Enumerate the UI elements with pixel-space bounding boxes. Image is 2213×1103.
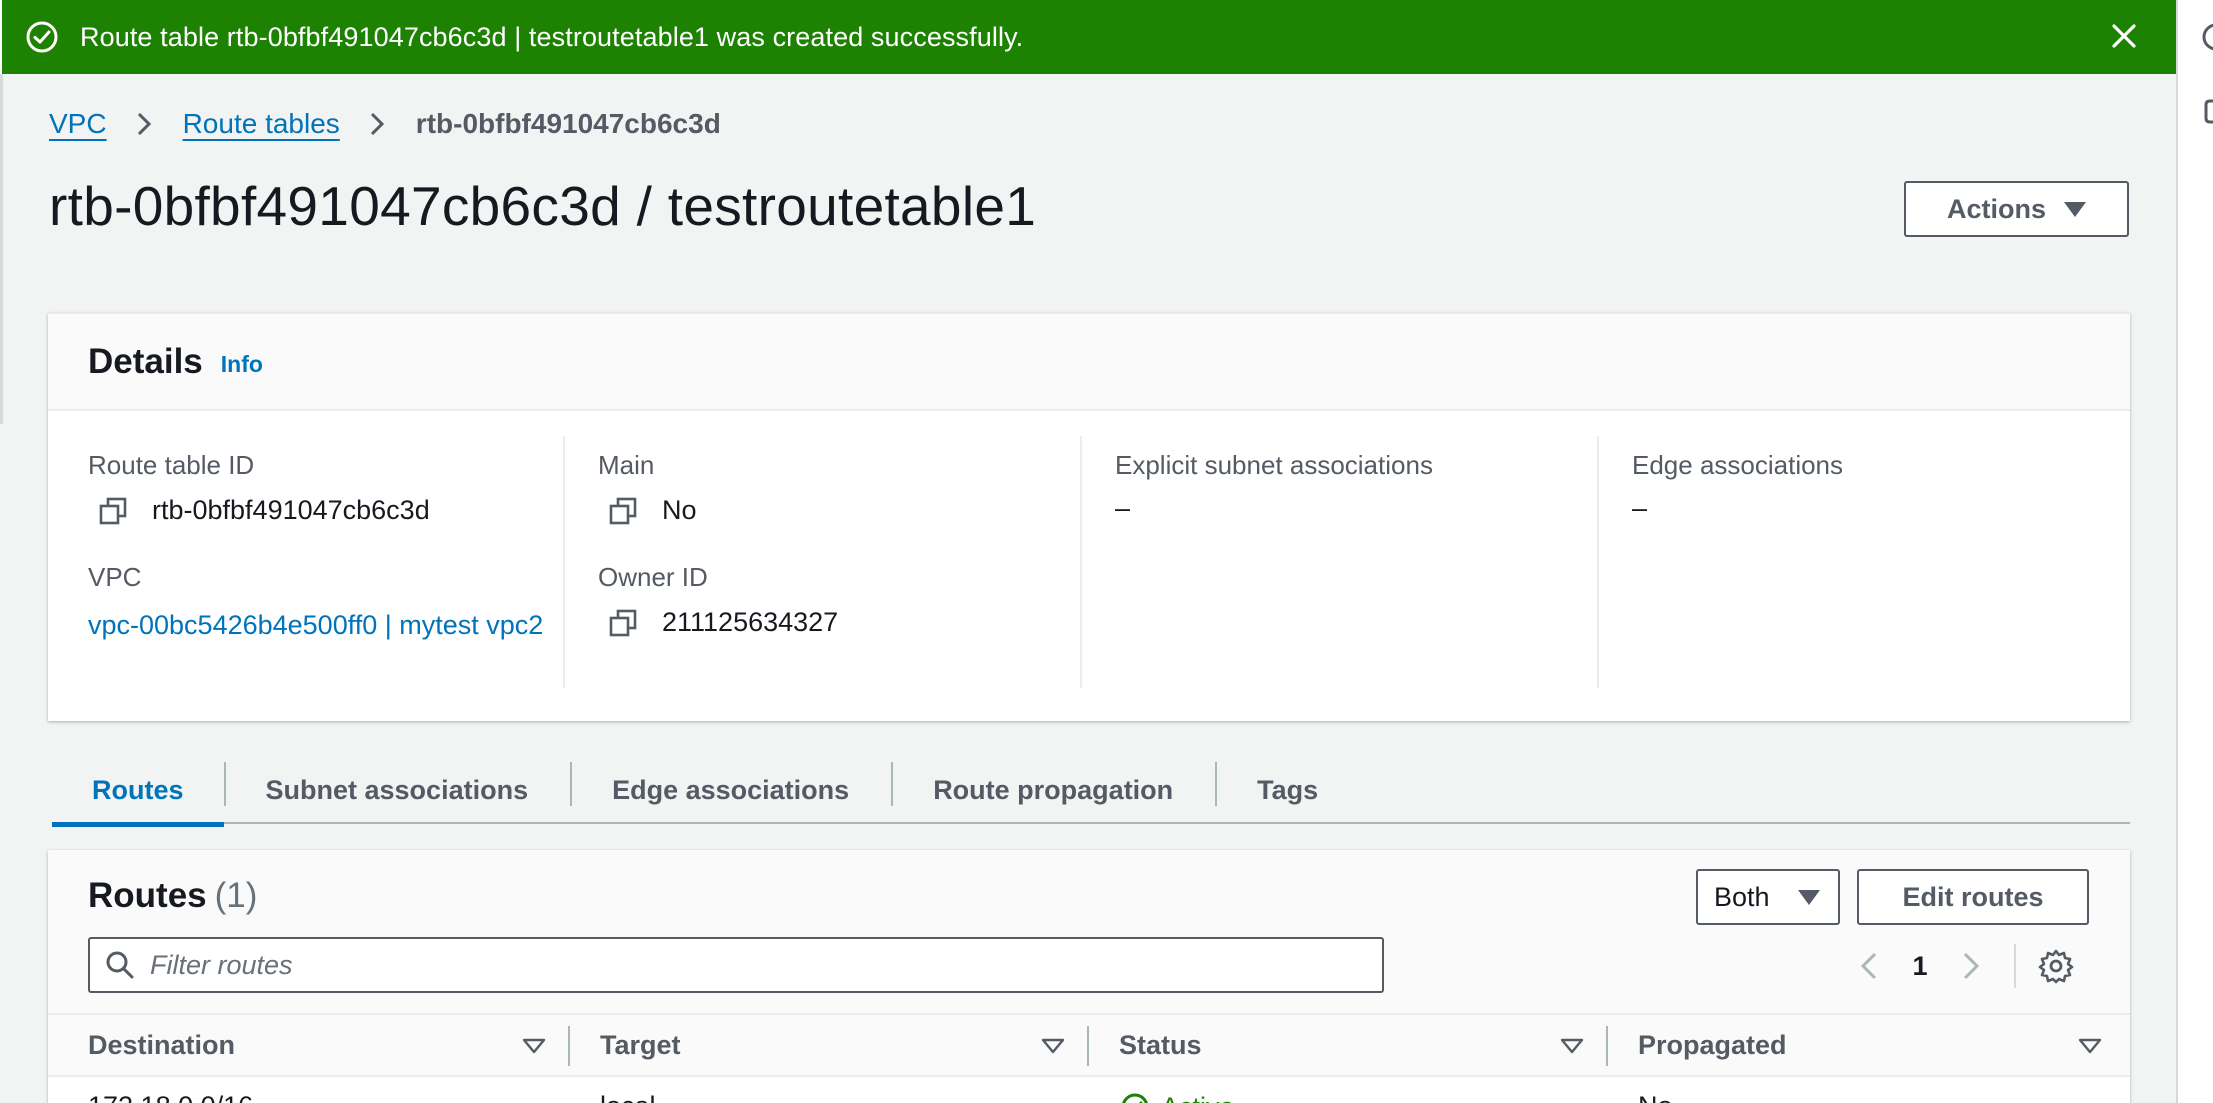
table-row[interactable]: 172.18.0.0/16 local Active No xyxy=(48,1077,2130,1103)
filter-routes-input[interactable] xyxy=(150,949,1350,981)
owner-id-value: 211125634327 xyxy=(598,607,1080,638)
details-header: Details Info xyxy=(48,314,2130,411)
route-table-id-text: rtb-0bfbf491047cb6c3d xyxy=(152,495,430,525)
main-value-text: No xyxy=(662,495,697,525)
pager-divider xyxy=(2014,944,2016,988)
tab-bar: Routes Subnet associations Edge associat… xyxy=(52,756,2130,827)
details-panel: Details Info Route table ID rtb-0bfbf491… xyxy=(48,313,2130,721)
content-edge xyxy=(0,74,3,424)
edit-routes-button[interactable]: Edit routes xyxy=(1857,869,2089,925)
info-link[interactable]: Info xyxy=(221,351,263,378)
route-table-id-value: rtb-0bfbf491047cb6c3d xyxy=(88,495,563,526)
column-label: Destination xyxy=(88,1029,236,1060)
vpc-label: VPC xyxy=(88,562,142,592)
routes-table-header: Destination Target Status Propagated xyxy=(48,1015,2130,1077)
chevron-right-icon xyxy=(137,112,151,136)
page-title: rtb-0bfbf491047cb6c3d / testroutetable1 xyxy=(49,175,1037,237)
cell-status: Active xyxy=(1087,1077,1606,1103)
vpc-link[interactable]: vpc-00bc5426b4e500ff0 | mytest vpc2 xyxy=(88,603,548,647)
status-text: Active xyxy=(1161,1092,1235,1103)
column-header-target[interactable]: Target xyxy=(568,1014,1087,1076)
explicit-subnet-value: – xyxy=(1115,493,1131,523)
route-table-id-label: Route table ID xyxy=(88,450,255,480)
right-utility-rail xyxy=(2176,0,2213,1103)
column-header-destination[interactable]: Destination xyxy=(48,1014,568,1076)
success-check-icon xyxy=(1122,1093,1148,1103)
gear-icon[interactable] xyxy=(2038,948,2074,984)
success-check-icon xyxy=(26,21,58,53)
route-filter-select[interactable]: Both xyxy=(1696,869,1840,925)
routes-header: Routes(1) Both Edit routes 1 xyxy=(48,850,2130,1015)
sort-caret-icon xyxy=(1560,1038,1584,1054)
breadcrumb-route-tables-link[interactable]: Route tables xyxy=(183,108,340,140)
routes-count: (1) xyxy=(214,876,258,915)
chevron-left-icon[interactable] xyxy=(1848,944,1892,988)
routes-title: Routes (1) xyxy=(88,876,257,916)
breadcrumb: VPC Route tables rtb-0bfbf491047cb6c3d xyxy=(49,108,721,140)
cell-propagated: No xyxy=(1606,1077,2130,1103)
copy-icon[interactable] xyxy=(98,496,128,526)
actions-dropdown-button[interactable]: Actions xyxy=(1904,181,2129,237)
chevron-right-icon[interactable] xyxy=(1948,944,1992,988)
routes-panel: Routes(1) Both Edit routes 1 xyxy=(48,850,2130,1103)
column-label: Target xyxy=(600,1029,681,1060)
details-title: Details xyxy=(88,341,203,381)
owner-id-label: Owner ID xyxy=(598,562,708,592)
status-badge: Active xyxy=(1119,1091,1235,1103)
breadcrumb-vpc-link[interactable]: VPC xyxy=(49,108,107,140)
tab-tags[interactable]: Tags xyxy=(1215,756,1360,824)
tab-route-propagation[interactable]: Route propagation xyxy=(891,756,1215,824)
sort-caret-icon xyxy=(1041,1038,1065,1054)
main-label: Main xyxy=(598,450,655,480)
filter-routes-field[interactable] xyxy=(88,937,1384,993)
main-value: No xyxy=(598,495,1080,526)
pagination: 1 xyxy=(1848,944,2074,988)
info-circle-icon[interactable] xyxy=(2198,22,2213,52)
copy-icon[interactable] xyxy=(608,608,638,638)
tab-edge-associations[interactable]: Edge associations xyxy=(570,756,891,824)
details-column-3: Explicit subnet associations – xyxy=(1082,436,1599,688)
explicit-subnet-label: Explicit subnet associations xyxy=(1115,450,1433,480)
search-icon xyxy=(106,951,134,979)
caret-down-icon xyxy=(1798,889,1820,905)
chevron-right-icon xyxy=(370,112,384,136)
page-number[interactable]: 1 xyxy=(1900,951,1940,982)
cell-destination: 172.18.0.0/16 xyxy=(48,1077,568,1103)
edge-associations-label: Edge associations xyxy=(1632,450,1844,480)
column-label: Propagated xyxy=(1638,1029,1787,1060)
route-filter-select-value: Both xyxy=(1714,881,1770,912)
owner-id-text: 211125634327 xyxy=(662,607,839,637)
close-icon[interactable] xyxy=(2106,18,2142,54)
edge-associations-value: – xyxy=(1632,493,1648,523)
sort-caret-icon xyxy=(522,1038,546,1054)
actions-label: Actions xyxy=(1946,193,2046,224)
breadcrumb-current: rtb-0bfbf491047cb6c3d xyxy=(415,108,721,139)
column-header-propagated[interactable]: Propagated xyxy=(1606,1014,2130,1076)
details-column-2: Main No Owner ID 211125634327 xyxy=(565,436,1082,688)
cell-target: local xyxy=(568,1077,1087,1103)
caret-down-icon xyxy=(2064,201,2086,217)
flash-message: Route table rtb-0bfbf491047cb6c3d | test… xyxy=(80,21,1024,52)
column-label: Status xyxy=(1119,1029,1202,1060)
copy-icon[interactable] xyxy=(608,496,638,526)
tab-subnet-associations[interactable]: Subnet associations xyxy=(223,756,571,824)
success-flash-banner: Route table rtb-0bfbf491047cb6c3d | test… xyxy=(0,0,2176,74)
routes-title-text: Routes xyxy=(88,876,207,915)
notification-icon[interactable] xyxy=(2198,96,2213,126)
sort-caret-icon xyxy=(2078,1038,2102,1054)
tab-routes[interactable]: Routes xyxy=(52,756,224,827)
details-column-1: Route table ID rtb-0bfbf491047cb6c3d VPC… xyxy=(48,436,565,688)
details-columns: Route table ID rtb-0bfbf491047cb6c3d VPC… xyxy=(48,411,2130,688)
details-column-4: Edge associations – xyxy=(1599,436,2116,688)
column-header-status[interactable]: Status xyxy=(1087,1014,1606,1076)
